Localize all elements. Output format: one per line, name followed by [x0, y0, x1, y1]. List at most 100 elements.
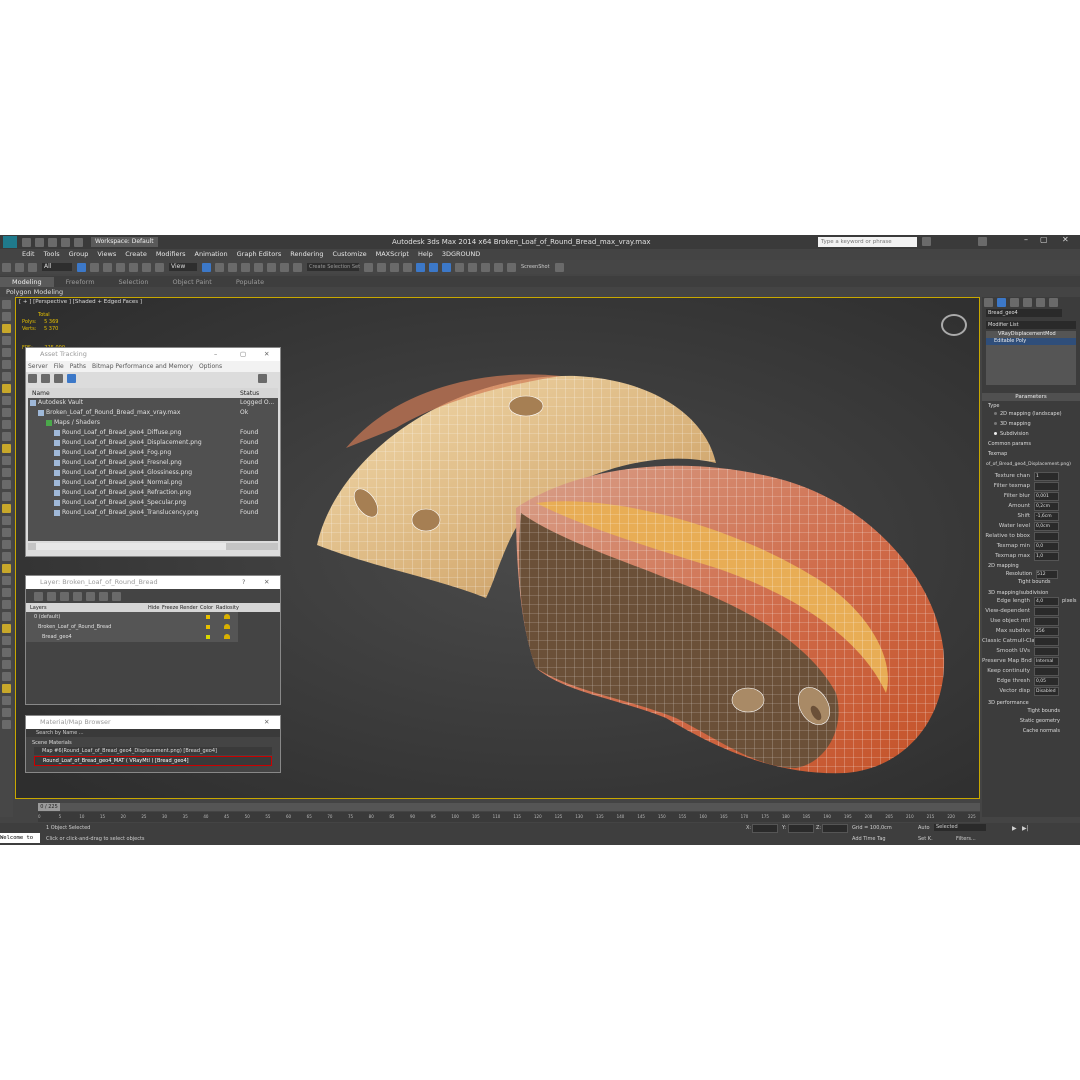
viewport-label[interactable]: [ + ] [Perspective ] [Shaded + Edged Fac…	[19, 299, 142, 305]
left-tool-icon[interactable]	[2, 336, 11, 345]
angle-snap-icon[interactable]	[254, 262, 263, 272]
save-file-icon[interactable]	[48, 237, 57, 247]
refresh-icon[interactable]	[28, 373, 37, 383]
left-tool-icon[interactable]	[2, 624, 11, 633]
play-icon[interactable]: ▶	[1012, 825, 1017, 832]
highlight-layer-icon[interactable]	[86, 591, 95, 601]
menu-customize[interactable]: Customize	[332, 250, 366, 258]
left-tool-icon[interactable]	[2, 504, 11, 513]
auto-key-button[interactable]: Auto	[918, 825, 930, 831]
select-manipulate-icon[interactable]	[215, 262, 224, 272]
move-icon[interactable]	[129, 262, 138, 272]
ribbon-tab-modeling[interactable]: Modeling	[0, 276, 54, 287]
radiosity-icon[interactable]	[224, 624, 230, 629]
param-field[interactable]: 1,0	[1034, 551, 1059, 561]
left-tool-icon[interactable]	[2, 528, 11, 537]
selection-set-input[interactable]: Create Selection Set	[307, 263, 360, 271]
set-key-button[interactable]: Set K.	[918, 836, 933, 842]
left-tool-icon[interactable]	[2, 540, 11, 549]
asset-menu-file[interactable]: File	[54, 363, 64, 370]
table-view-icon[interactable]	[67, 373, 76, 383]
y-field[interactable]	[788, 824, 814, 833]
help-icon[interactable]	[978, 237, 987, 246]
close-icon[interactable]: ✕	[264, 348, 269, 361]
menu-animation[interactable]: Animation	[195, 250, 228, 258]
left-tool-icon[interactable]	[2, 684, 11, 693]
layer-col-layers[interactable]: Layers	[30, 605, 47, 611]
param-field[interactable]: 0,0	[1034, 541, 1059, 551]
asset-menu-paths[interactable]: Paths	[70, 363, 86, 370]
layer-titlebar[interactable]: Layer: Broken_Loaf_of_Round_Bread ? ✕	[26, 576, 280, 589]
param-field[interactable]: 1	[1034, 471, 1059, 481]
material-editor-icon[interactable]	[442, 262, 451, 272]
create-layer-icon[interactable]	[34, 591, 43, 601]
layer-col-color[interactable]: Color	[200, 605, 213, 611]
menu-help[interactable]: Help	[418, 250, 433, 258]
perf-checkbox[interactable]: Tight bounds	[982, 706, 1080, 716]
maxscript-listener[interactable]: Welcome to	[0, 833, 40, 843]
create-tab-icon[interactable]	[984, 297, 993, 307]
perf-checkbox[interactable]: Static geometry	[982, 716, 1080, 726]
rotate-icon[interactable]	[142, 262, 151, 272]
hierarchy-tab-icon[interactable]	[1010, 297, 1019, 307]
type-radio-0[interactable]: 2D mapping (landscape)	[994, 409, 1080, 419]
parameters-header[interactable]: Parameters	[982, 393, 1080, 401]
col-name[interactable]: Name	[28, 390, 50, 397]
material-search-input[interactable]: Search by Name ...	[26, 729, 280, 737]
scale-icon[interactable]	[155, 262, 164, 272]
left-tool-icon[interactable]	[2, 360, 11, 369]
param-field[interactable]: 0,2cm	[1034, 501, 1059, 511]
help-icon[interactable]	[258, 373, 267, 383]
graphite-toolbar-icon[interactable]	[403, 262, 412, 272]
menu-3dground[interactable]: 3DGROUND	[442, 250, 480, 258]
teapot-icon[interactable]	[554, 262, 564, 272]
type-radio-1[interactable]: 3D mapping	[994, 419, 1080, 429]
time-slider-thumb[interactable]: 0 / 225	[38, 803, 60, 811]
asset-menu-options[interactable]: Options	[199, 363, 222, 370]
table-row[interactable]: Round_Loaf_of_Bread_geo4_Displacement.pn…	[28, 438, 278, 448]
screenshot-label[interactable]: ScreenShot	[521, 264, 550, 270]
left-tool-icon[interactable]	[2, 708, 11, 717]
table-row[interactable]: Autodesk Vault Logged O...	[28, 398, 278, 408]
left-tool-icon[interactable]	[2, 696, 11, 705]
table-row[interactable]: Maps / Shaders	[28, 418, 278, 428]
tight-bounds-label[interactable]: Tight bounds	[982, 579, 1080, 588]
menu-create[interactable]: Create	[125, 250, 147, 258]
left-tool-icon[interactable]	[2, 408, 11, 417]
left-tool-icon[interactable]	[2, 600, 11, 609]
asset-tracking-titlebar[interactable]: Asset Tracking – ▢ ✕	[26, 348, 280, 361]
object-name-field[interactable]: Bread_geo4	[986, 309, 1062, 317]
param-field[interactable]: 0,05	[1034, 676, 1059, 686]
left-tool-icon[interactable]	[2, 456, 11, 465]
app-logo-icon[interactable]	[3, 236, 17, 248]
layer-color-swatch[interactable]	[206, 625, 210, 629]
material-item-0[interactable]: Map #6(Round_Loaf_of_Bread_geo4_Displace…	[34, 747, 272, 755]
table-row[interactable]: Round_Loaf_of_Bread_geo4_Fog.png Found	[28, 448, 278, 458]
freeze-all-icon[interactable]	[112, 591, 121, 601]
col-status[interactable]: Status	[240, 390, 259, 397]
modify-tab-icon[interactable]	[997, 297, 1006, 307]
left-tool-icon[interactable]	[2, 420, 11, 429]
schematic-view-icon[interactable]	[429, 262, 438, 272]
left-tool-icon[interactable]	[2, 348, 11, 357]
unlink-icon[interactable]	[15, 262, 24, 272]
ribbon-subtitle[interactable]: Polygon Modeling	[6, 288, 63, 296]
time-slider[interactable]: 0 / 225	[38, 803, 980, 811]
left-tool-icon[interactable]	[2, 564, 11, 573]
param-field[interactable]	[1034, 531, 1059, 541]
rendered-frame-icon[interactable]	[468, 262, 477, 272]
asset-scrollbar-thumb[interactable]	[36, 543, 226, 550]
modifier-list-dropdown[interactable]: Modifier List	[986, 321, 1076, 329]
key-filter-dropdown[interactable]: Selected	[934, 824, 986, 831]
param-field[interactable]	[1034, 606, 1059, 616]
param-field[interactable]: Internal	[1034, 656, 1059, 666]
left-tool-icon[interactable]	[2, 468, 11, 477]
asset-menu-server[interactable]: Server	[28, 363, 48, 370]
left-tool-icon[interactable]	[2, 672, 11, 681]
workspace-dropdown[interactable]: Workspace: Default	[91, 237, 158, 247]
close-icon[interactable]: ✕	[264, 716, 269, 729]
menu-graph-editors[interactable]: Graph Editors	[237, 250, 282, 258]
param-field[interactable]: -1,6cm	[1034, 511, 1059, 521]
layer-manager-icon[interactable]	[390, 262, 399, 272]
delete-layer-icon[interactable]	[47, 591, 56, 601]
